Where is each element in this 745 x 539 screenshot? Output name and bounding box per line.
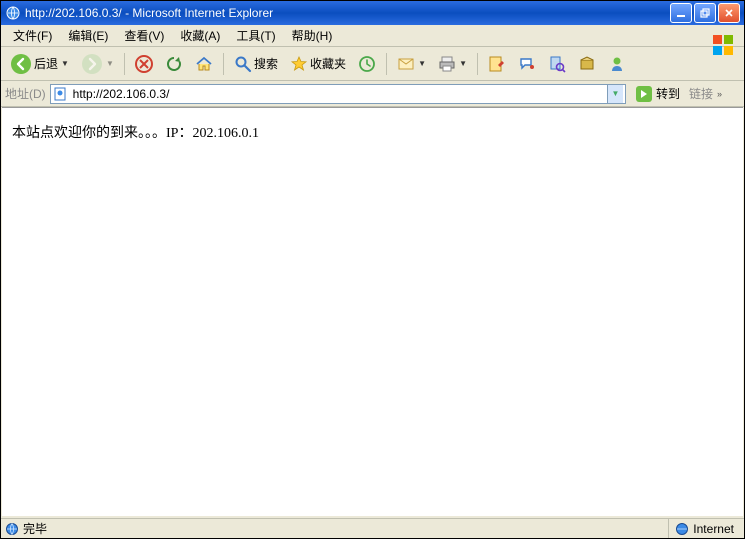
stop-button[interactable] [130, 51, 158, 77]
status-bar: 完毕 Internet [1, 518, 744, 538]
close-button[interactable] [718, 3, 740, 23]
refresh-button[interactable] [160, 51, 188, 77]
print-button[interactable]: ▼ [433, 51, 472, 77]
windows-logo-icon [704, 25, 742, 65]
title-bar: http://202.106.0.3/ - Microsoft Internet… [1, 1, 744, 25]
back-button[interactable]: 后退 ▼ [5, 51, 74, 77]
chevron-down-icon: ▼ [418, 59, 426, 68]
menu-file[interactable]: 文件(F) [5, 25, 60, 46]
restore-button[interactable] [694, 3, 716, 23]
back-label: 后退 [34, 55, 58, 72]
edit-button[interactable] [483, 51, 511, 77]
separator [477, 53, 478, 75]
mail-button[interactable]: ▼ [392, 51, 431, 77]
menu-help[interactable]: 帮助(H) [284, 25, 341, 46]
address-field[interactable]: ▼ [50, 84, 626, 104]
security-zone: Internet [668, 519, 740, 538]
ie-icon [5, 5, 21, 21]
favorites-button[interactable]: 收藏夹 [285, 51, 351, 77]
address-bar: 地址(D) ▼ 转到 链接 » [1, 81, 744, 107]
menu-view[interactable]: 查看(V) [116, 25, 172, 46]
internet-zone-icon [675, 522, 689, 536]
forward-button[interactable]: ▼ [76, 51, 119, 77]
standard-toolbar: 后退 ▼ ▼ 搜索 收藏夹 ▼ ▼ [1, 47, 744, 81]
home-button[interactable] [190, 51, 218, 77]
links-label[interactable]: 链接 [689, 85, 713, 102]
minimize-button[interactable] [670, 3, 692, 23]
body-text: 本站点欢迎你的到来。。。IP：202.106.0.1 [12, 126, 259, 141]
research-button[interactable] [543, 51, 571, 77]
window-buttons [670, 3, 740, 23]
go-label: 转到 [656, 85, 680, 102]
extra-button-1[interactable] [573, 51, 601, 77]
chevron-down-icon: ▼ [106, 59, 114, 68]
page-content: 本站点欢迎你的到来。。。IP：202.106.0.1 [2, 107, 743, 516]
discuss-button[interactable] [513, 51, 541, 77]
separator [223, 53, 224, 75]
menu-tools[interactable]: 工具(T) [228, 25, 283, 46]
history-button[interactable] [353, 51, 381, 77]
zone-label: Internet [693, 522, 734, 536]
menu-edit[interactable]: 编辑(E) [60, 25, 116, 46]
address-label: 地址(D) [5, 85, 46, 102]
menu-bar: 文件(F) 编辑(E) 查看(V) 收藏(A) 工具(T) 帮助(H) [1, 25, 744, 47]
ie-small-icon [5, 522, 19, 536]
status-text: 完毕 [23, 520, 47, 537]
messenger-button[interactable] [603, 51, 631, 77]
favorites-label: 收藏夹 [310, 55, 346, 72]
separator [124, 53, 125, 75]
address-input[interactable] [73, 87, 607, 101]
menu-favorites[interactable]: 收藏(A) [172, 25, 228, 46]
search-button[interactable]: 搜索 [229, 51, 283, 77]
chevron-down-icon: ▼ [459, 59, 467, 68]
address-dropdown-button[interactable]: ▼ [607, 85, 623, 103]
chevron-down-icon: ▼ [61, 59, 69, 68]
go-button[interactable]: 转到 [630, 83, 685, 105]
window-title: http://202.106.0.3/ - Microsoft Internet… [25, 6, 670, 20]
page-icon [53, 86, 69, 102]
separator [386, 53, 387, 75]
links-chevron-icon[interactable]: » [717, 89, 722, 99]
search-label: 搜索 [254, 55, 278, 72]
